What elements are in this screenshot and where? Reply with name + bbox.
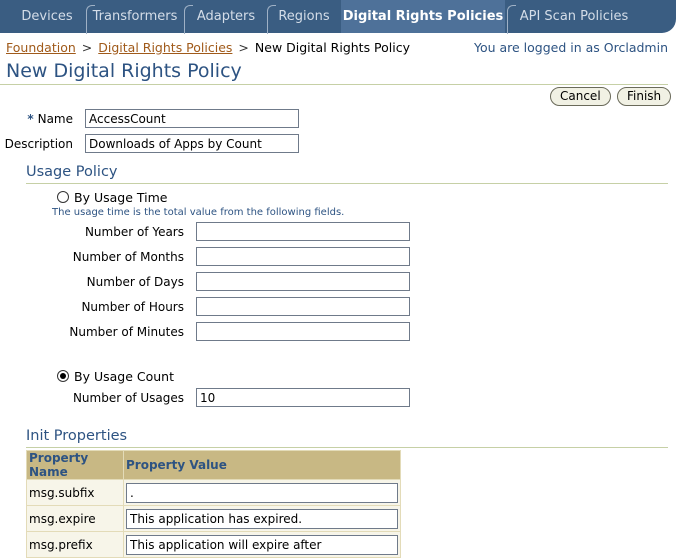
by-usage-time-label: By Usage Time [74,190,168,205]
page-title: New Digital Rights Policy [6,60,242,82]
hours-input[interactable] [196,297,410,316]
usage-policy-divider [26,183,668,184]
title-divider [0,84,668,85]
init-properties-divider [26,447,668,448]
tab-regions[interactable]: Regions [269,0,339,33]
table-row: msg.expire [26,505,401,532]
usages-label: Number of Usages [72,391,184,405]
property-value-input[interactable] [126,534,398,555]
property-name-cell: msg.prefix [26,531,124,558]
name-input[interactable] [85,109,299,128]
user-status: You are logged in as Orcladmin [473,40,668,55]
table-header-row: Property Name Property Value [26,450,401,480]
property-value-cell [123,505,401,532]
breadcrumb: Foundation > Digital Rights Policies > New D… [6,40,410,55]
months-label: Number of Months [72,250,184,264]
tab-digital-rights-policies[interactable]: Digital Rights Policies [341,0,505,33]
breadcrumb-link-foundation[interactable]: Foundation [6,40,76,55]
usage-time-hint: The usage time is the total value from t… [52,207,345,218]
tab-adapters[interactable]: Adapters [186,0,266,33]
breadcrumb-link-digital-rights-policies[interactable]: Digital Rights Policies [98,40,232,55]
tab-api-scan-policies[interactable]: API Scan Policies [509,0,639,33]
property-value-input[interactable] [126,508,398,529]
breadcrumb-current: New Digital Rights Policy [254,40,411,55]
init-properties-table: Property Name Property Value msg.subfix … [26,450,401,558]
hours-label: Number of Hours [81,300,184,314]
name-label: * Name [27,112,73,126]
minutes-input[interactable] [196,322,410,341]
breadcrumb-separator: > [238,40,249,55]
property-name-cell: msg.subfix [26,479,124,506]
property-name-cell: msg.expire [26,505,124,532]
usage-policy-title: Usage Policy [26,164,118,180]
minutes-label: Number of Minutes [69,325,184,339]
column-header-property-value: Property Value [123,450,401,480]
by-usage-time-option[interactable]: By Usage Time [57,190,167,205]
by-usage-time-radio[interactable] [57,191,69,203]
days-label: Number of Days [86,275,184,289]
description-input[interactable] [85,134,299,153]
years-label: Number of Years [84,225,184,239]
cancel-button[interactable]: Cancel [550,87,611,106]
breadcrumb-separator: > [81,40,93,55]
by-usage-count-option[interactable]: By Usage Count [57,369,174,384]
by-usage-count-label: By Usage Count [74,369,174,384]
days-input[interactable] [196,272,410,291]
property-value-cell [123,479,401,506]
table-row: msg.prefix [26,531,401,558]
column-header-property-name: Property Name [26,450,124,480]
finish-button[interactable]: Finish [617,87,672,106]
tab-devices[interactable]: Devices [6,0,88,33]
init-properties-title: Init Properties [26,428,128,444]
tab-transformers[interactable]: Transformers [88,0,182,33]
property-value-input[interactable] [126,482,398,503]
tab-bar: Devices Transformers Adapters Regions Di… [0,0,676,34]
years-input[interactable] [196,222,410,241]
property-value-cell [123,531,401,558]
by-usage-count-radio[interactable] [57,370,69,382]
description-label: Description [4,137,73,151]
table-row: msg.subfix [26,479,401,506]
usages-input[interactable] [196,388,410,407]
months-input[interactable] [196,247,410,266]
required-marker: * [27,112,34,126]
